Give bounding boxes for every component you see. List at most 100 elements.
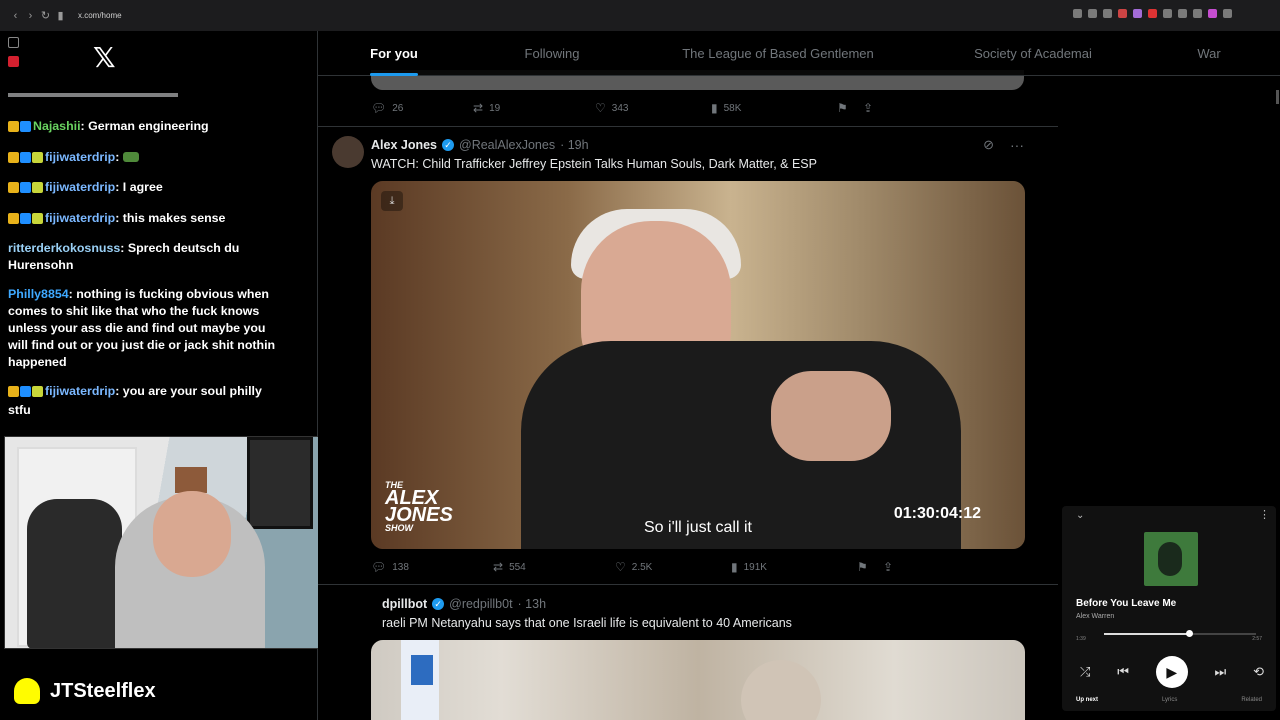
- more-icon[interactable]: ···: [1010, 137, 1024, 153]
- badge-icon: [8, 121, 19, 132]
- chat-message: ritterderkokosnuss: Sprech deutsch du Hu…: [8, 240, 280, 274]
- more-icon[interactable]: ⋮: [1259, 508, 1270, 521]
- browser-toolbar: ‹ › ↻ ▮ x.com/home: [0, 0, 1280, 31]
- chat-badges: [8, 120, 32, 137]
- share-icon: ⇪: [863, 101, 874, 115]
- tweet-header: Alex Jones ✓ @RealAlexJones · 19h: [371, 138, 589, 152]
- tweet-time[interactable]: · 19h: [560, 138, 589, 152]
- chat-message: fijiwaterdrip: this makes sense: [8, 210, 280, 229]
- progress-knob[interactable]: [1186, 630, 1194, 637]
- share-button[interactable]: ⇪: [863, 101, 873, 115]
- tab-following[interactable]: Following: [470, 31, 634, 76]
- track-title: Before You Leave Me: [1076, 598, 1177, 609]
- grok-icon[interactable]: ⊘: [983, 137, 994, 153]
- reply-button[interactable]: 💬︎ 138: [371, 560, 493, 574]
- chat-username[interactable]: Najashii: [33, 119, 81, 133]
- chat-username[interactable]: fijiwaterdrip: [45, 211, 115, 225]
- snapchat-tag: JTSteelflex: [14, 678, 156, 704]
- url-bar[interactable]: x.com/home: [78, 11, 122, 20]
- play-button[interactable]: ▶: [1155, 656, 1188, 688]
- previous-icon[interactable]: ⏮: [1117, 664, 1129, 680]
- forward-icon[interactable]: ›: [23, 10, 38, 22]
- tweet-media[interactable]: [371, 640, 1025, 720]
- share-icon[interactable]: [1103, 9, 1112, 18]
- extension-icon[interactable]: [1118, 9, 1127, 18]
- x-logo-icon[interactable]: 𝕏: [93, 41, 116, 74]
- views-button[interactable]: ▮ 191K: [731, 560, 857, 574]
- video-timecode: 01:30:04:12: [893, 505, 981, 522]
- album-art: [1144, 532, 1198, 586]
- chat-username[interactable]: Philly8854: [8, 287, 69, 301]
- shuffle-icon[interactable]: ⤮: [1080, 664, 1090, 680]
- youtube-icon[interactable]: [8, 56, 19, 67]
- views-button[interactable]: ▮ 58K: [711, 101, 837, 115]
- menu-icon[interactable]: [1223, 9, 1232, 18]
- tab-war[interactable]: War: [1144, 31, 1274, 76]
- israel-flag: [401, 640, 439, 720]
- tab-lyrics[interactable]: Lyrics: [1162, 697, 1177, 703]
- tab-for-you[interactable]: For you: [318, 31, 470, 76]
- share-button[interactable]: ⇪: [883, 560, 893, 574]
- webcam-poster: [247, 437, 313, 529]
- extension-icon[interactable]: [1163, 9, 1172, 18]
- chat-username[interactable]: ritterderkokosnuss: [8, 241, 120, 255]
- chat-text: : I agree: [115, 180, 163, 195]
- bookmark-icon: ⚑: [857, 560, 868, 574]
- download-icon[interactable]: ⤓: [381, 191, 403, 211]
- heart-icon: ♡: [615, 560, 626, 574]
- tweet-author-name[interactable]: dpillbot: [382, 597, 427, 611]
- extension-icon[interactable]: [1208, 9, 1217, 18]
- like-count: 343: [611, 102, 629, 114]
- verified-icon: ✓: [442, 139, 455, 151]
- like-button[interactable]: ♡ 343: [595, 101, 711, 115]
- bookmark-icon[interactable]: ▮: [53, 9, 68, 22]
- tweet-video[interactable]: ⤓ THE ALEX JONES SHOW So i'll just call …: [371, 181, 1025, 549]
- badge-icon: [8, 182, 19, 194]
- avatar[interactable]: [332, 136, 364, 168]
- repost-button[interactable]: ⇄ 19: [473, 101, 595, 115]
- tweet-text: WATCH: Child Trafficker Jeffrey Epstein …: [371, 157, 817, 171]
- chat-username[interactable]: fijiwaterdrip: [45, 180, 115, 194]
- badge-icon: [20, 182, 31, 194]
- webcam-streamer-head: [153, 491, 231, 577]
- repeat-icon[interactable]: ⟲: [1253, 664, 1264, 680]
- sidebar-toggle-icon[interactable]: [8, 37, 19, 48]
- repost-count: 19: [489, 102, 501, 114]
- chat-username[interactable]: fijiwaterdrip: [45, 150, 115, 164]
- bookmark-button[interactable]: ⚑: [857, 560, 883, 574]
- tweet-author-handle[interactable]: @RealAlexJones: [459, 138, 555, 152]
- repost-button[interactable]: ⇄ 554: [493, 560, 615, 574]
- tweet-author-handle[interactable]: @redpillb0t: [449, 597, 512, 611]
- bookmark-button[interactable]: ⚑: [837, 101, 863, 115]
- reply-count: 138: [392, 561, 409, 573]
- progress-bar[interactable]: [1104, 630, 1256, 637]
- chat-message: fijiwaterdrip:: [8, 149, 280, 168]
- extension-icon[interactable]: [1148, 9, 1157, 18]
- tab-league-of-based-gentlemen[interactable]: The League of Based Gentlemen: [634, 31, 922, 76]
- extension-icon[interactable]: [1133, 9, 1142, 18]
- tab-up-next[interactable]: Up next: [1076, 697, 1098, 703]
- tab-related[interactable]: Related: [1241, 697, 1262, 703]
- scrollbar[interactable]: [1276, 90, 1279, 104]
- video-hands: [771, 371, 891, 461]
- reply-button[interactable]: 💬︎ 26: [371, 101, 473, 115]
- like-button[interactable]: ♡ 2.5K: [615, 560, 731, 574]
- zoom-icon[interactable]: [1073, 9, 1082, 18]
- webcam-frame: [175, 467, 207, 493]
- chat-username[interactable]: fijiwaterdrip: [45, 384, 115, 398]
- collapse-icon[interactable]: ⌄: [1076, 510, 1084, 521]
- next-icon[interactable]: ⏭: [1215, 664, 1227, 680]
- track-artist[interactable]: Alex Warren: [1076, 613, 1114, 620]
- chat-message: fijiwaterdrip: you are your soul philly …: [8, 383, 280, 419]
- tweet-time[interactable]: · 13h: [518, 597, 547, 611]
- reload-icon[interactable]: ↻: [38, 9, 53, 22]
- tweet-author-name[interactable]: Alex Jones: [371, 138, 437, 152]
- back-icon[interactable]: ‹: [8, 10, 23, 22]
- extension-icon[interactable]: [1178, 9, 1187, 18]
- tab-society-of-academai[interactable]: Society of Academai: [922, 31, 1144, 76]
- cast-icon[interactable]: [1088, 9, 1097, 18]
- views-icon: ▮: [731, 560, 738, 574]
- side-icons: [8, 37, 19, 67]
- extension-icon[interactable]: [1193, 9, 1202, 18]
- badge-icon: [20, 151, 31, 163]
